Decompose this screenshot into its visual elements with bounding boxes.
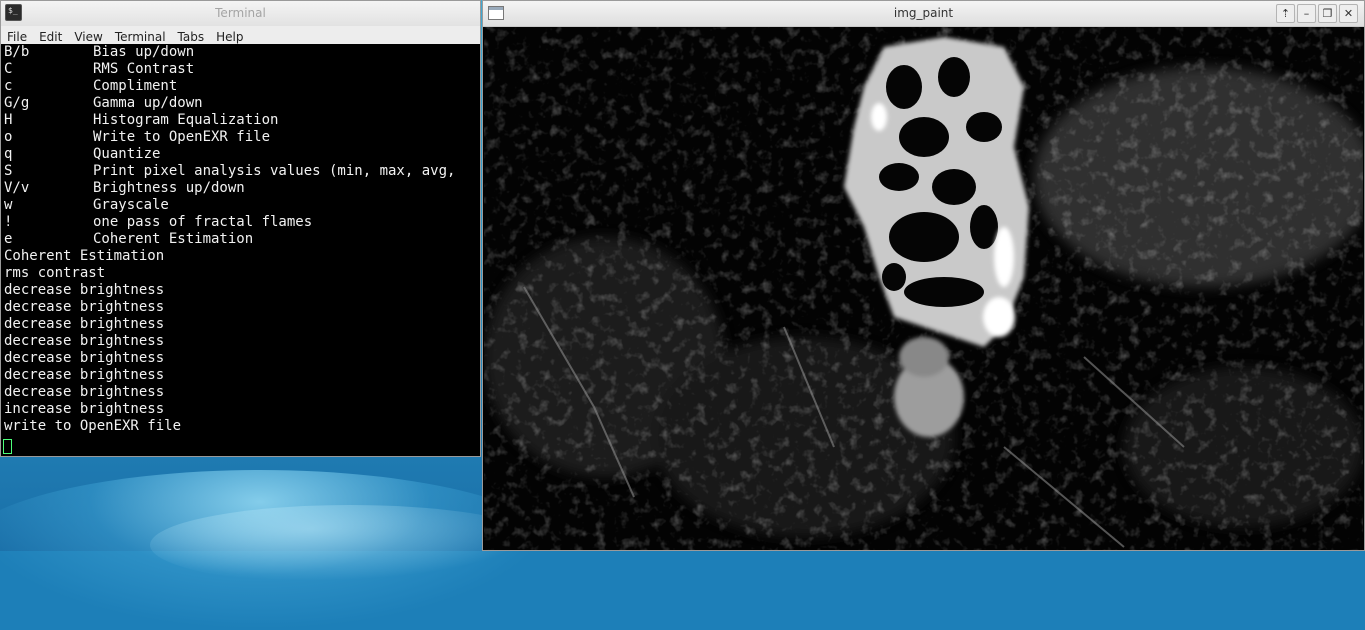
help-description: Coherent Estimation	[93, 231, 254, 247]
help-key: C	[4, 61, 13, 77]
img-paint-titlebar[interactable]: img_paint ⇡ – ❐ ✕	[483, 1, 1364, 27]
help-description: one pass of fractal flames	[93, 214, 313, 230]
terminal-help-line: q Quantize	[4, 146, 480, 163]
terminal-log-line: rms contrast	[4, 265, 106, 281]
help-description: Brightness up/down	[93, 180, 245, 196]
terminal-log-line: Coherent Estimation	[4, 248, 165, 264]
terminal-help-line: B/b Bias up/down	[4, 44, 480, 61]
terminal-help-line: w Grayscale	[4, 197, 480, 214]
help-key: e	[4, 231, 13, 247]
help-key: V/v	[4, 180, 30, 196]
help-key: H	[4, 112, 13, 128]
terminal-log-line: increase brightness	[4, 401, 165, 417]
terminal-titlebar[interactable]: $_ Terminal	[1, 1, 480, 27]
terminal-help-line: o Write to OpenEXR file	[4, 129, 480, 146]
help-key: c	[4, 78, 13, 94]
terminal-help-line: H Histogram Equalization	[4, 112, 480, 129]
help-key: o	[4, 129, 13, 145]
help-description: Print pixel analysis values (min, max, a…	[93, 163, 456, 179]
help-key: S	[4, 163, 13, 179]
terminal-log-line: decrease brightness	[4, 333, 165, 349]
terminal-help-line: G/g Gamma up/down	[4, 95, 480, 112]
maximize-icon[interactable]: ❐	[1318, 4, 1337, 23]
help-description: Gamma up/down	[93, 95, 203, 111]
minimize-icon[interactable]: –	[1297, 4, 1316, 23]
terminal-log-line: decrease brightness	[4, 299, 165, 315]
window-controls: ⇡ – ❐ ✕	[1276, 4, 1360, 23]
help-description: RMS Contrast	[93, 61, 195, 77]
img-paint-window[interactable]: img_paint ⇡ – ❐ ✕	[482, 0, 1365, 551]
close-icon[interactable]: ✕	[1339, 4, 1358, 23]
terminal-log-line: decrease brightness	[4, 384, 165, 400]
help-key: w	[4, 197, 13, 213]
image-canvas[interactable]	[484, 27, 1363, 550]
terminal-log-line: decrease brightness	[4, 282, 165, 298]
help-description: Grayscale	[93, 197, 169, 213]
terminal-title: Terminal	[215, 6, 266, 20]
terminal-window[interactable]: $_ Terminal File Edit View Terminal Tabs Help…	[0, 0, 481, 457]
terminal-help-line: V/v Brightness up/down	[4, 180, 480, 197]
terminal-log-line: decrease brightness	[4, 367, 165, 383]
help-description: Bias up/down	[93, 44, 195, 60]
help-description: Compliment	[93, 78, 178, 94]
rendered-image	[484, 27, 1363, 550]
help-description: Write to OpenEXR file	[93, 129, 271, 145]
up-arrow-icon[interactable]: ⇡	[1276, 4, 1295, 23]
terminal-help-line: ! one pass of fractal flames	[4, 214, 480, 231]
terminal-log-line: decrease brightness	[4, 350, 165, 366]
terminal-output[interactable]: B/b Bias up/down C RMS Contrast c Compliment G…	[1, 44, 480, 456]
help-key: B/b	[4, 44, 30, 60]
terminal-help-line: e Coherent Estimation	[4, 231, 480, 248]
help-description: Quantize	[93, 146, 161, 162]
help-key: q	[4, 146, 13, 162]
terminal-menubar: File Edit View Terminal Tabs Help	[1, 26, 480, 44]
terminal-log-line: decrease brightness	[4, 316, 165, 332]
terminal-help-line: S Print pixel analysis values (min, max, …	[4, 163, 480, 180]
terminal-help-line: c Compliment	[4, 78, 480, 95]
terminal-cursor	[3, 439, 12, 454]
help-key: G/g	[4, 95, 30, 111]
img-paint-title: img_paint	[893, 6, 954, 20]
help-description: Histogram Equalization	[93, 112, 279, 128]
terminal-help-line: C RMS Contrast	[4, 61, 480, 78]
terminal-log-line: write to OpenEXR file	[4, 418, 182, 434]
help-key: !	[4, 214, 13, 230]
